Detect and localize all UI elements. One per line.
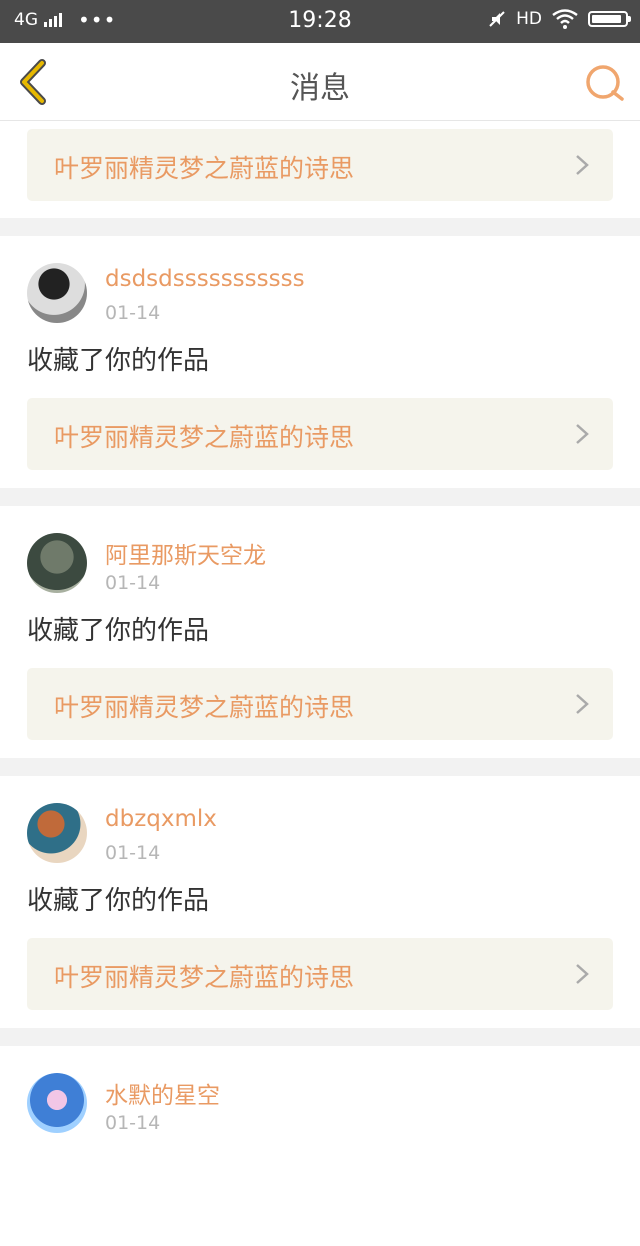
message-date: 01-14 (105, 302, 161, 324)
status-right: HD (488, 9, 631, 29)
message-action: 收藏了你的作品 (27, 346, 210, 376)
message-header: 水默的星空 01-14 (27, 1046, 613, 1156)
search-icon[interactable] (582, 61, 626, 105)
mute-icon (489, 11, 505, 27)
message-header: dsdsdsssssssssss 01-14 (27, 236, 613, 346)
chevron-right-icon (576, 694, 589, 714)
message-date: 01-14 (105, 1112, 161, 1134)
chevron-right-icon (576, 964, 589, 984)
nav-bar: 消息 (0, 43, 640, 121)
work-title: 叶罗丽精灵梦之蔚蓝的诗思 (54, 154, 355, 183)
wifi-icon (552, 9, 578, 29)
message-date: 01-14 (105, 842, 161, 864)
username[interactable]: dbzqxmlx (105, 806, 217, 832)
message-list: 叶罗丽精灵梦之蔚蓝的诗思 dsdsdsssssssssss 01-14 收藏了你… (0, 121, 640, 1246)
battery-icon (588, 11, 631, 27)
page-title: 消息 (290, 71, 350, 106)
username[interactable]: 阿里那斯天空龙 (105, 536, 266, 570)
work-title: 叶罗丽精灵梦之蔚蓝的诗思 (54, 693, 355, 722)
work-link[interactable]: 叶罗丽精灵梦之蔚蓝的诗思 (27, 938, 613, 1010)
message-action: 收藏了你的作品 (27, 886, 210, 916)
avatar[interactable] (27, 803, 87, 863)
message-card: dsdsdsssssssssss 01-14 收藏了你的作品 叶罗丽精灵梦之蔚蓝… (0, 236, 640, 488)
message-header: 阿里那斯天空龙 01-14 (27, 506, 613, 616)
work-link[interactable]: 叶罗丽精灵梦之蔚蓝的诗思 (27, 668, 613, 740)
work-link[interactable]: 叶罗丽精灵梦之蔚蓝的诗思 (27, 398, 613, 470)
status-bar: 4G ••• 19:28 HD (0, 0, 640, 43)
avatar[interactable] (27, 1073, 87, 1133)
battery-fill (592, 15, 621, 23)
message-card: 阿里那斯天空龙 01-14 收藏了你的作品 叶罗丽精灵梦之蔚蓝的诗思 (0, 506, 640, 758)
username[interactable]: 水默的星空 (105, 1076, 220, 1110)
message-card: dbzqxmlx 01-14 收藏了你的作品 叶罗丽精灵梦之蔚蓝的诗思 (0, 776, 640, 1028)
hd-label: HD (516, 9, 542, 29)
message-card: 叶罗丽精灵梦之蔚蓝的诗思 (0, 121, 640, 218)
work-link[interactable]: 叶罗丽精灵梦之蔚蓝的诗思 (27, 129, 613, 201)
message-date: 01-14 (105, 572, 161, 594)
work-title: 叶罗丽精灵梦之蔚蓝的诗思 (54, 963, 355, 992)
work-title: 叶罗丽精灵梦之蔚蓝的诗思 (54, 423, 355, 452)
message-card: 水默的星空 01-14 (0, 1046, 640, 1246)
username[interactable]: dsdsdsssssssssss (105, 266, 305, 292)
message-action: 收藏了你的作品 (27, 616, 210, 646)
avatar[interactable] (27, 263, 87, 323)
avatar[interactable] (27, 533, 87, 593)
message-header: dbzqxmlx 01-14 (27, 776, 613, 886)
chevron-right-icon (576, 424, 589, 444)
chevron-right-icon (576, 155, 589, 175)
